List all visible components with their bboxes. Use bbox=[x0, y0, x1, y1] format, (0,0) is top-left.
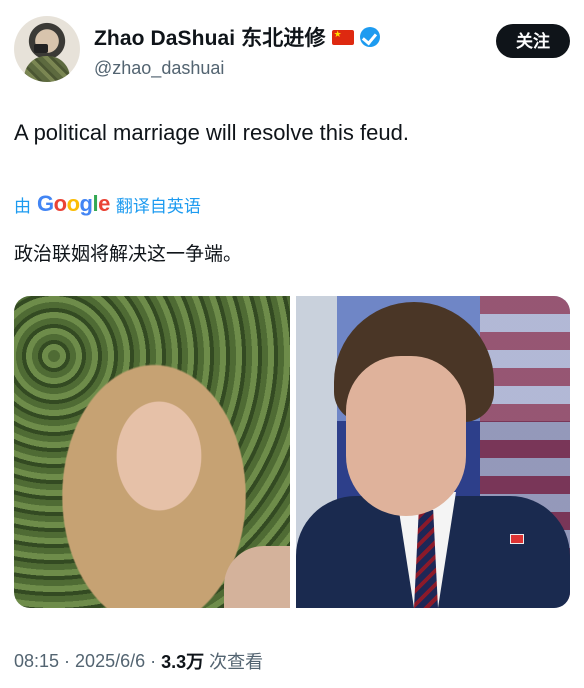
user-handle[interactable]: @zhao_dashuai bbox=[94, 58, 380, 79]
camera-icon bbox=[34, 44, 48, 53]
views-label: 次查看 bbox=[209, 652, 264, 673]
tweet-meta: 08:15 · 2025/6/6 · 3.3万 次查看 bbox=[14, 648, 263, 674]
author-info: Zhao DaShuai 东北进修 @zhao_dashuai bbox=[94, 22, 380, 79]
translated-text: 政治联姻将解决这一争端。 bbox=[14, 243, 243, 265]
view-count: 3.3万 bbox=[161, 652, 205, 672]
china-flag-icon bbox=[331, 29, 354, 45]
flag-pin-icon bbox=[510, 534, 524, 544]
tweet-header: Zhao DaShuai 东北进修 @zhao_dashuai 关注 bbox=[14, 16, 570, 86]
tweet-text: A political marriage will resolve this f… bbox=[14, 120, 409, 145]
avatar-body bbox=[24, 56, 70, 82]
meta-separator-2: · bbox=[150, 650, 157, 671]
tweet-date[interactable]: 2025/6/6 bbox=[75, 651, 145, 672]
tweet-time[interactable]: 08:15 bbox=[14, 651, 59, 672]
avatar[interactable] bbox=[14, 16, 80, 82]
translation-suffix: 翻译自英语 bbox=[115, 196, 201, 217]
meta-separator: · bbox=[64, 650, 71, 671]
face bbox=[346, 356, 466, 516]
display-name-row[interactable]: Zhao DaShuai 东北进修 bbox=[94, 22, 380, 52]
display-name[interactable]: Zhao DaShuai 东北进修 bbox=[94, 22, 326, 52]
translation-prefix: 由 bbox=[14, 196, 31, 217]
photo-left-shoulder bbox=[224, 546, 290, 608]
follow-button[interactable]: 关注 bbox=[496, 24, 570, 58]
translation-attribution[interactable]: 由 Google 翻译自英语 bbox=[14, 191, 201, 217]
verified-badge-icon[interactable] bbox=[359, 27, 380, 47]
google-logo-icon: Google bbox=[37, 191, 110, 216]
photo-left[interactable] bbox=[14, 296, 290, 608]
media-grid bbox=[14, 296, 570, 608]
photo-right[interactable] bbox=[296, 296, 570, 608]
